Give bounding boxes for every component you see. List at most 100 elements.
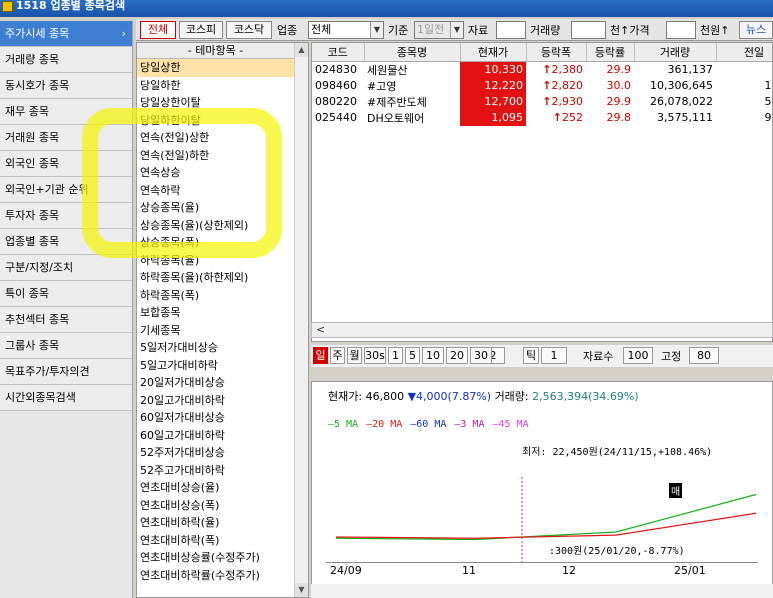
- cell-code: 025440: [315, 111, 357, 124]
- theme-item[interactable]: 연초대비하락(율): [137, 514, 294, 532]
- cell-name: DH오토웨어: [367, 111, 425, 125]
- x-axis: 24/09 11 12 25/01: [326, 562, 758, 578]
- ma-legend-item: —45 MA: [492, 419, 529, 430]
- period-button[interactable]: 월: [347, 347, 362, 364]
- sidebar-item[interactable]: 추천섹터 종목: [0, 307, 132, 333]
- sidebar-item[interactable]: 목표주가/투자의견: [0, 359, 132, 385]
- column-header[interactable]: 전일: [716, 43, 772, 62]
- tick-input[interactable]: 1: [541, 347, 567, 364]
- scroll-up-icon[interactable]: ▲: [295, 43, 308, 57]
- ma-legend-item: —20 MA: [366, 419, 403, 430]
- theme-item[interactable]: 60일저가대비상승: [137, 409, 294, 427]
- count-label: 자료수: [583, 350, 614, 363]
- column-header[interactable]: 등락률: [586, 43, 635, 62]
- ma-legend-item: —60 MA: [410, 419, 447, 430]
- table-hscrollbar[interactable]: <: [311, 322, 773, 338]
- up-arrow-icon: ↑: [552, 111, 562, 124]
- basis-select[interactable]: 1일전 ▼: [414, 21, 464, 39]
- fixed-input[interactable]: 80: [689, 347, 719, 364]
- table-row[interactable]: 098460#고영12,220↑2,82030.010,306,6451,08: [312, 77, 772, 94]
- cell-volume: 26,078,022: [650, 95, 713, 108]
- period-button[interactable]: 일: [313, 347, 328, 364]
- theme-item[interactable]: 연초대비상승(폭): [137, 497, 294, 515]
- theme-item[interactable]: 연초대비상승(율): [137, 479, 294, 497]
- column-header[interactable]: 거래량: [634, 43, 717, 62]
- theme-item[interactable]: 20일저가대비상승: [137, 374, 294, 392]
- column-header[interactable]: 종목명: [364, 43, 461, 62]
- period-button[interactable]: 5: [405, 347, 420, 364]
- sidebar-item[interactable]: 거래량 종목: [0, 47, 132, 73]
- theme-item[interactable]: 52주저가대비상승: [137, 444, 294, 462]
- theme-scrollbar[interactable]: ▲ ▼: [294, 43, 308, 597]
- theme-item[interactable]: 20일고가대비하락: [137, 392, 294, 410]
- table-row[interactable]: 024830세원물산10,330↑2,38029.9361,1378: [312, 61, 772, 78]
- theme-item[interactable]: 60일고가대비하락: [137, 427, 294, 445]
- sidebar-item[interactable]: 시간외종목검색: [0, 385, 132, 411]
- table-row[interactable]: 080220#제주반도체12,700↑2,93029.926,078,0225,…: [312, 93, 772, 110]
- theme-item[interactable]: 52주고가대비하락: [137, 462, 294, 480]
- chevron-down-icon: ▼: [370, 22, 383, 38]
- basis-value: 1일전: [417, 23, 445, 36]
- cell-change: ↑ 2,930: [526, 94, 586, 110]
- news-button[interactable]: 뉴스: [739, 21, 773, 39]
- theme-list-header: - 테마항목 -: [137, 43, 294, 59]
- chart-toolbar: 2 틱 1 자료수 100 고정 80 일 주 월 30s 1 5 10 20 30: [311, 345, 773, 367]
- volume-input[interactable]: [571, 21, 606, 39]
- sector-select[interactable]: 전체 ▼: [308, 21, 384, 39]
- theme-item[interactable]: 보합종목: [137, 304, 294, 322]
- column-header[interactable]: 코드: [312, 43, 365, 62]
- up-arrow-icon: ↑: [542, 95, 552, 108]
- table-row[interactable]: 025440DH오토웨어1,095↑25229.83,575,1119,99: [312, 109, 772, 126]
- ma-line: [335, 493, 757, 541]
- x-tick-label: 11: [462, 564, 476, 577]
- up-arrow-icon: ↑: [542, 79, 552, 92]
- ma-legend: —5 MA —20 MA —60 MA —3 MA —45 MA: [328, 419, 537, 430]
- cell-change: ↑ 252: [526, 110, 586, 126]
- theme-item[interactable]: 당일하한: [137, 77, 294, 95]
- cell-code: 024830: [315, 63, 357, 76]
- scroll-down-icon[interactable]: ▼: [295, 583, 308, 597]
- period-button[interactable]: 1: [388, 347, 403, 364]
- market-all-button[interactable]: 전체: [140, 21, 176, 39]
- theme-item[interactable]: 하락종목(율)(하한제외): [137, 269, 294, 287]
- cell-volume: 3,575,111: [657, 111, 713, 124]
- period-button[interactable]: 10: [422, 347, 444, 364]
- cell-rate: 30.0: [606, 79, 632, 92]
- period-button[interactable]: 주: [330, 347, 345, 364]
- price-change: ▼4,000(7.87%): [407, 390, 492, 403]
- sidebar-item[interactable]: 그룹사 종목: [0, 333, 132, 359]
- scroll-left-icon[interactable]: <: [316, 323, 325, 336]
- column-header[interactable]: 현재가: [460, 43, 527, 62]
- sidebar-item[interactable]: 주가시세 종목: [0, 21, 132, 47]
- count-input[interactable]: 100: [623, 347, 653, 364]
- market-kospi-button[interactable]: 코스피: [179, 21, 223, 39]
- price-chart[interactable]: 현재가: 46,800 ▼4,000(7.87%) 거래량: 2,563,394…: [311, 381, 773, 598]
- app-icon: [2, 1, 13, 12]
- column-header[interactable]: 등락폭: [526, 43, 587, 62]
- capital-input[interactable]: [496, 21, 526, 39]
- sidebar-item[interactable]: 특이 종목: [0, 281, 132, 307]
- theme-item[interactable]: 연초대비하락률(수정주가): [137, 567, 294, 585]
- sidebar-item[interactable]: 구분/지정/조치: [0, 255, 132, 281]
- chart-scrollbar[interactable]: [311, 584, 773, 598]
- price-input[interactable]: [666, 21, 696, 39]
- theme-item[interactable]: 연초대비하락(폭): [137, 532, 294, 550]
- cell-price: 12,700: [460, 93, 526, 110]
- period-button[interactable]: 20: [446, 347, 468, 364]
- theme-item[interactable]: 5일고가대비하락: [137, 357, 294, 375]
- cell-change: ↑ 2,380: [526, 61, 586, 78]
- market-kosdaq-button[interactable]: 코스닥: [226, 21, 272, 39]
- theme-item[interactable]: 하락종목(폭): [137, 287, 294, 305]
- theme-item[interactable]: 5일저가대비상승: [137, 339, 294, 357]
- period-button[interactable]: 30s: [364, 347, 386, 364]
- x-tick-label: 24/09: [330, 564, 362, 577]
- volume-label: 거래량: [530, 24, 561, 37]
- theme-item[interactable]: 연초대비상승률(수정주가): [137, 549, 294, 567]
- theme-item[interactable]: 기세종목: [137, 322, 294, 340]
- sidebar-item[interactable]: 동시호가 종목: [0, 73, 132, 99]
- tick-label[interactable]: 틱: [523, 347, 539, 364]
- stock-table-panel: 코드 종목명 현재가 등락폭 등락률 거래량 전일 024830 세원물산 10,330 ↑ 2,3…: [311, 42, 773, 342]
- theme-item[interactable]: 당일상한: [137, 59, 294, 77]
- period-button[interactable]: 30: [470, 347, 492, 364]
- cell-price: 1,095: [460, 109, 526, 126]
